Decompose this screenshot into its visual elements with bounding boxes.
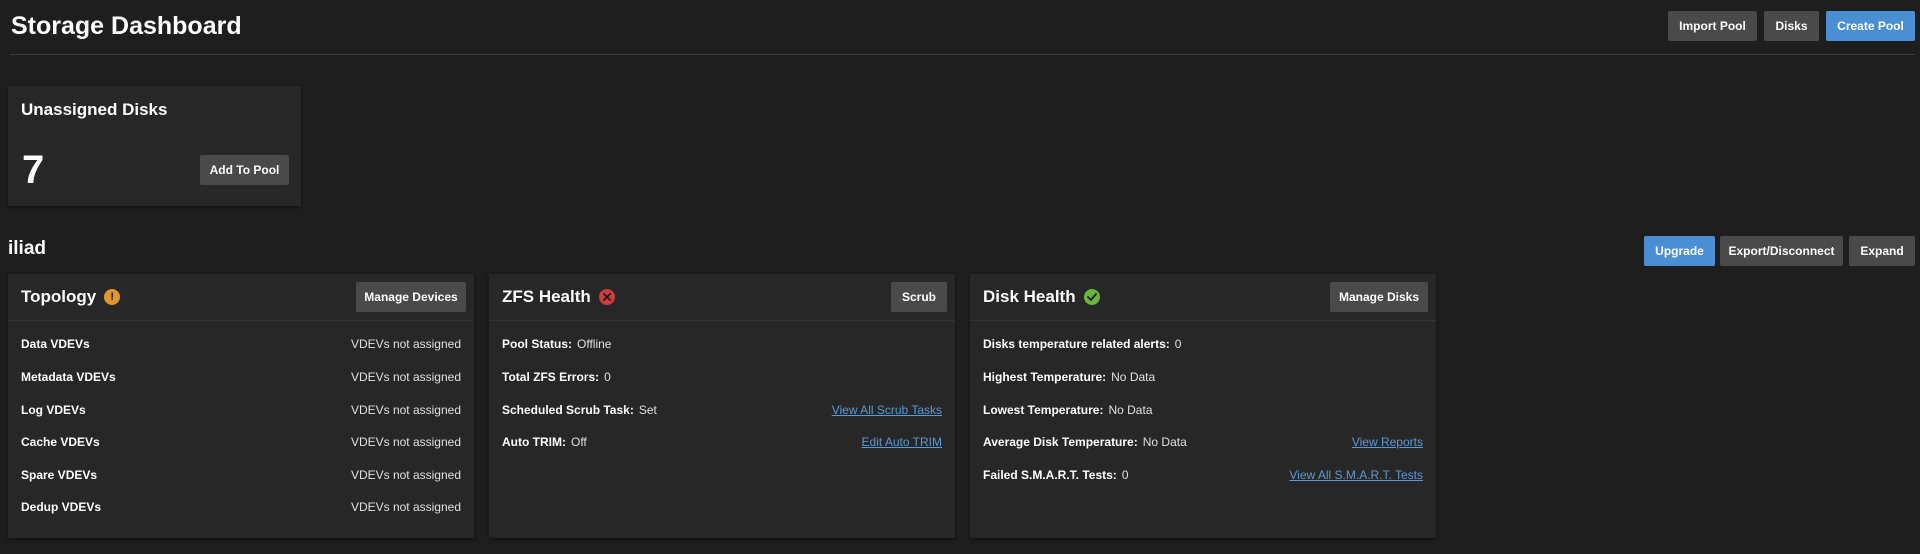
disk-health-row-label: Average Disk Temperature: — [983, 435, 1138, 449]
page-title: Storage Dashboard — [11, 12, 242, 40]
unassigned-disks-count: 7 — [22, 148, 45, 192]
topology-row-label: Dedup VDEVs — [21, 500, 102, 514]
scrub-button[interactable]: Scrub — [891, 282, 947, 312]
warning-icon: ! — [104, 289, 121, 305]
disk-health-row-label: Highest Temperature: — [983, 370, 1107, 384]
manage-disks-button[interactable]: Manage Disks — [1330, 282, 1428, 312]
topology-row-label: Cache VDEVs — [21, 435, 100, 449]
topology-row-value: VDEVs not assigned — [350, 435, 461, 449]
create-pool-button[interactable]: Create Pool — [1826, 11, 1915, 41]
topology-row: Metadata VDEVs VDEVs not assigned — [21, 369, 461, 385]
disk-health-row-value: No Data — [1111, 370, 1156, 384]
topology-row-value: VDEVs not assigned — [350, 500, 461, 514]
edit-auto-trim-link[interactable]: Edit Auto TRIM — [862, 435, 942, 449]
topology-row-value: VDEVs not assigned — [350, 468, 461, 482]
topology-row-value: VDEVs not assigned — [350, 403, 461, 417]
zfs-health-row-label: Scheduled Scrub Task: — [502, 403, 634, 417]
topology-row-value: VDEVs not assigned — [350, 370, 461, 384]
zfs-health-row-value: 0 — [604, 370, 611, 384]
disk-health-header: Disk Health — [983, 287, 1100, 307]
expand-button[interactable]: Expand — [1849, 236, 1915, 266]
zfs-health-row: Pool Status: Offline — [502, 336, 942, 352]
topology-row-label: Data VDEVs — [21, 337, 90, 351]
topology-card: Topology ! Manage Devices Data VDEVs VDE… — [8, 274, 474, 538]
topology-row-label: Log VDEVs — [21, 403, 86, 417]
topology-row-label: Metadata VDEVs — [21, 370, 116, 384]
topology-divider — [8, 320, 474, 321]
manage-devices-button[interactable]: Manage Devices — [356, 282, 466, 312]
disk-health-row-value: No Data — [1142, 435, 1187, 449]
add-to-pool-button[interactable]: Add To Pool — [200, 155, 289, 185]
topology-title: Topology — [21, 287, 97, 306]
import-pool-button[interactable]: Import Pool — [1668, 11, 1757, 41]
disks-button[interactable]: Disks — [1764, 11, 1819, 41]
unassigned-disks-title: Unassigned Disks — [21, 100, 168, 119]
disk-health-divider — [970, 320, 1436, 321]
topology-row: Log VDEVs VDEVs not assigned — [21, 402, 461, 418]
zfs-health-row-value: Off — [570, 435, 587, 449]
export-disconnect-button[interactable]: Export/Disconnect — [1720, 236, 1843, 266]
disk-health-row-label: Disks temperature related alerts: — [983, 337, 1170, 351]
disk-health-row: Lowest Temperature: No Data — [983, 402, 1423, 418]
topology-row: Spare VDEVs VDEVs not assigned — [21, 467, 461, 483]
view-all-scrub-tasks-link[interactable]: View All Scrub Tasks — [832, 403, 942, 417]
disk-health-row-value: 0 — [1174, 337, 1182, 351]
topology-header: Topology ! — [21, 287, 121, 307]
view-all-smart-tests-link[interactable]: View All S.M.A.R.T. Tests — [1289, 468, 1423, 482]
check-circle-icon — [1083, 289, 1100, 305]
zfs-health-row-value: Offline — [577, 337, 612, 351]
zfs-health-row: Total ZFS Errors: 0 — [502, 369, 942, 385]
disk-health-title: Disk Health — [983, 287, 1076, 306]
topology-row: Dedup VDEVs VDEVs not assigned — [21, 499, 461, 515]
header-divider — [10, 54, 1915, 55]
zfs-health-row: Auto TRIM: Off Edit Auto TRIM — [502, 434, 942, 450]
disk-health-row: Highest Temperature: No Data — [983, 369, 1423, 385]
disk-health-row: Failed S.M.A.R.T. Tests: 0 View All S.M.… — [983, 467, 1423, 483]
disk-health-row-label: Failed S.M.A.R.T. Tests: — [983, 468, 1117, 482]
unassigned-disks-card: Unassigned Disks 7 Add To Pool — [8, 86, 301, 206]
topology-row: Cache VDEVs VDEVs not assigned — [21, 434, 461, 450]
disk-health-row: Disks temperature related alerts: 0 — [983, 336, 1423, 352]
zfs-health-row: Scheduled Scrub Task: Set View All Scrub… — [502, 402, 942, 418]
zfs-health-title: ZFS Health — [502, 287, 591, 306]
topology-row-label: Spare VDEVs — [21, 468, 98, 482]
topology-row-value: VDEVs not assigned — [350, 337, 461, 351]
zfs-health-divider — [489, 320, 955, 321]
topology-row: Data VDEVs VDEVs not assigned — [21, 336, 461, 352]
error-icon — [598, 289, 615, 305]
pool-name: iliad — [8, 238, 47, 259]
zfs-health-row-label: Pool Status: — [502, 337, 573, 351]
zfs-health-row-label: Auto TRIM: — [502, 435, 566, 449]
disk-health-row-value: No Data — [1108, 403, 1153, 417]
zfs-health-header: ZFS Health — [502, 287, 615, 307]
zfs-health-row-value: Set — [638, 403, 657, 417]
disk-health-card: Disk Health Manage Disks Disks temperatu… — [970, 274, 1436, 538]
view-reports-link[interactable]: View Reports — [1352, 435, 1423, 449]
disk-health-row: Average Disk Temperature: No Data View R… — [983, 434, 1423, 450]
disk-health-row-value: 0 — [1121, 468, 1129, 482]
upgrade-button[interactable]: Upgrade — [1644, 236, 1715, 266]
zfs-health-card: ZFS Health Scrub Pool Status: Offline To… — [489, 274, 955, 538]
disk-health-row-label: Lowest Temperature: — [983, 403, 1104, 417]
zfs-health-row-label: Total ZFS Errors: — [502, 370, 600, 384]
